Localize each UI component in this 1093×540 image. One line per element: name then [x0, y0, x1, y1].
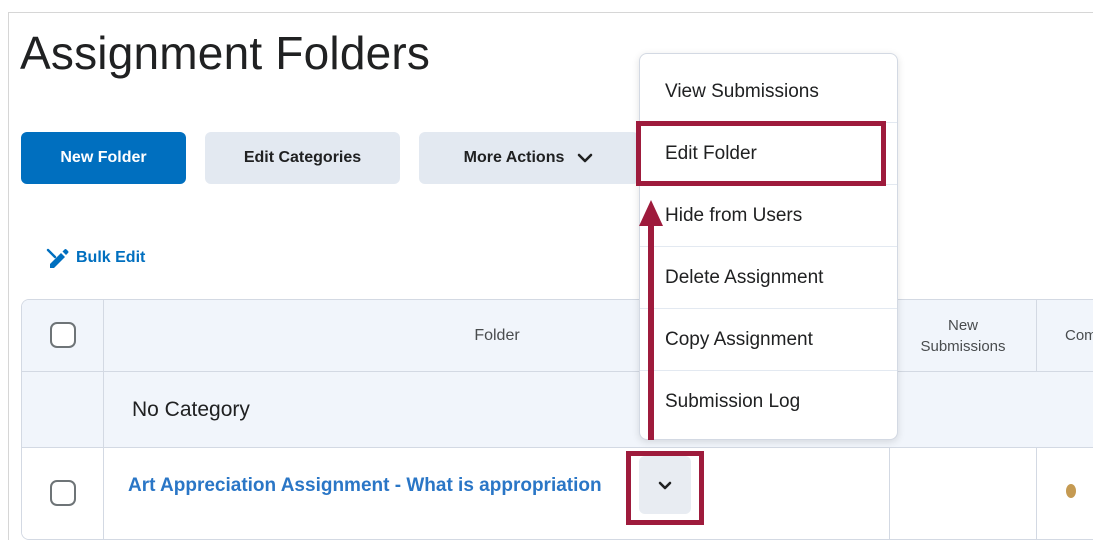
- column-header-new-line2: Submissions: [920, 337, 1006, 355]
- menu-item-copy-assignment[interactable]: Copy Assignment: [640, 309, 897, 371]
- row-actions-menu: View Submissions Edit Folder Hide from U…: [639, 53, 898, 440]
- status-indicator: [1066, 484, 1076, 498]
- edit-categories-button[interactable]: Edit Categories: [205, 132, 400, 184]
- column-divider: [1036, 300, 1037, 372]
- new-folder-button[interactable]: New Folder: [21, 132, 186, 184]
- menu-item-submission-log[interactable]: Submission Log: [640, 371, 897, 433]
- column-header-new-submissions[interactable]: New Submissions: [890, 300, 1036, 371]
- column-header-new-line1: New: [947, 316, 978, 334]
- more-actions-label: More Actions: [463, 149, 565, 166]
- select-all-checkbox[interactable]: [50, 322, 76, 348]
- more-actions-button[interactable]: More Actions: [419, 132, 639, 184]
- column-divider: [1036, 448, 1037, 539]
- edit-categories-label: Edit Categories: [243, 149, 362, 166]
- assignment-link[interactable]: Art Appreciation Assignment - What is ap…: [128, 448, 630, 524]
- pencil-icon: [46, 248, 69, 268]
- row-actions-button[interactable]: [639, 456, 691, 514]
- chevron-down-icon: [658, 481, 672, 490]
- bulk-edit-label: Bulk Edit: [76, 249, 146, 266]
- menu-item-hide-from-users[interactable]: Hide from Users: [640, 185, 897, 247]
- menu-item-delete-assignment[interactable]: Delete Assignment: [640, 247, 897, 309]
- menu-item-edit-folder[interactable]: Edit Folder: [640, 123, 897, 185]
- new-folder-label: New Folder: [60, 149, 147, 166]
- bulk-edit-button[interactable]: Bulk Edit: [46, 247, 145, 269]
- category-name: No Category: [132, 398, 250, 421]
- column-header-completed[interactable]: Com: [1065, 300, 1093, 371]
- page-title: Assignment Folders: [20, 27, 431, 79]
- menu-item-view-submissions[interactable]: View Submissions: [640, 61, 897, 123]
- assignments-table: Folder New Submissions Com No Category A…: [21, 299, 1093, 540]
- row-checkbox[interactable]: [50, 480, 76, 506]
- column-divider: [889, 448, 890, 539]
- chevron-down-icon: [578, 153, 593, 163]
